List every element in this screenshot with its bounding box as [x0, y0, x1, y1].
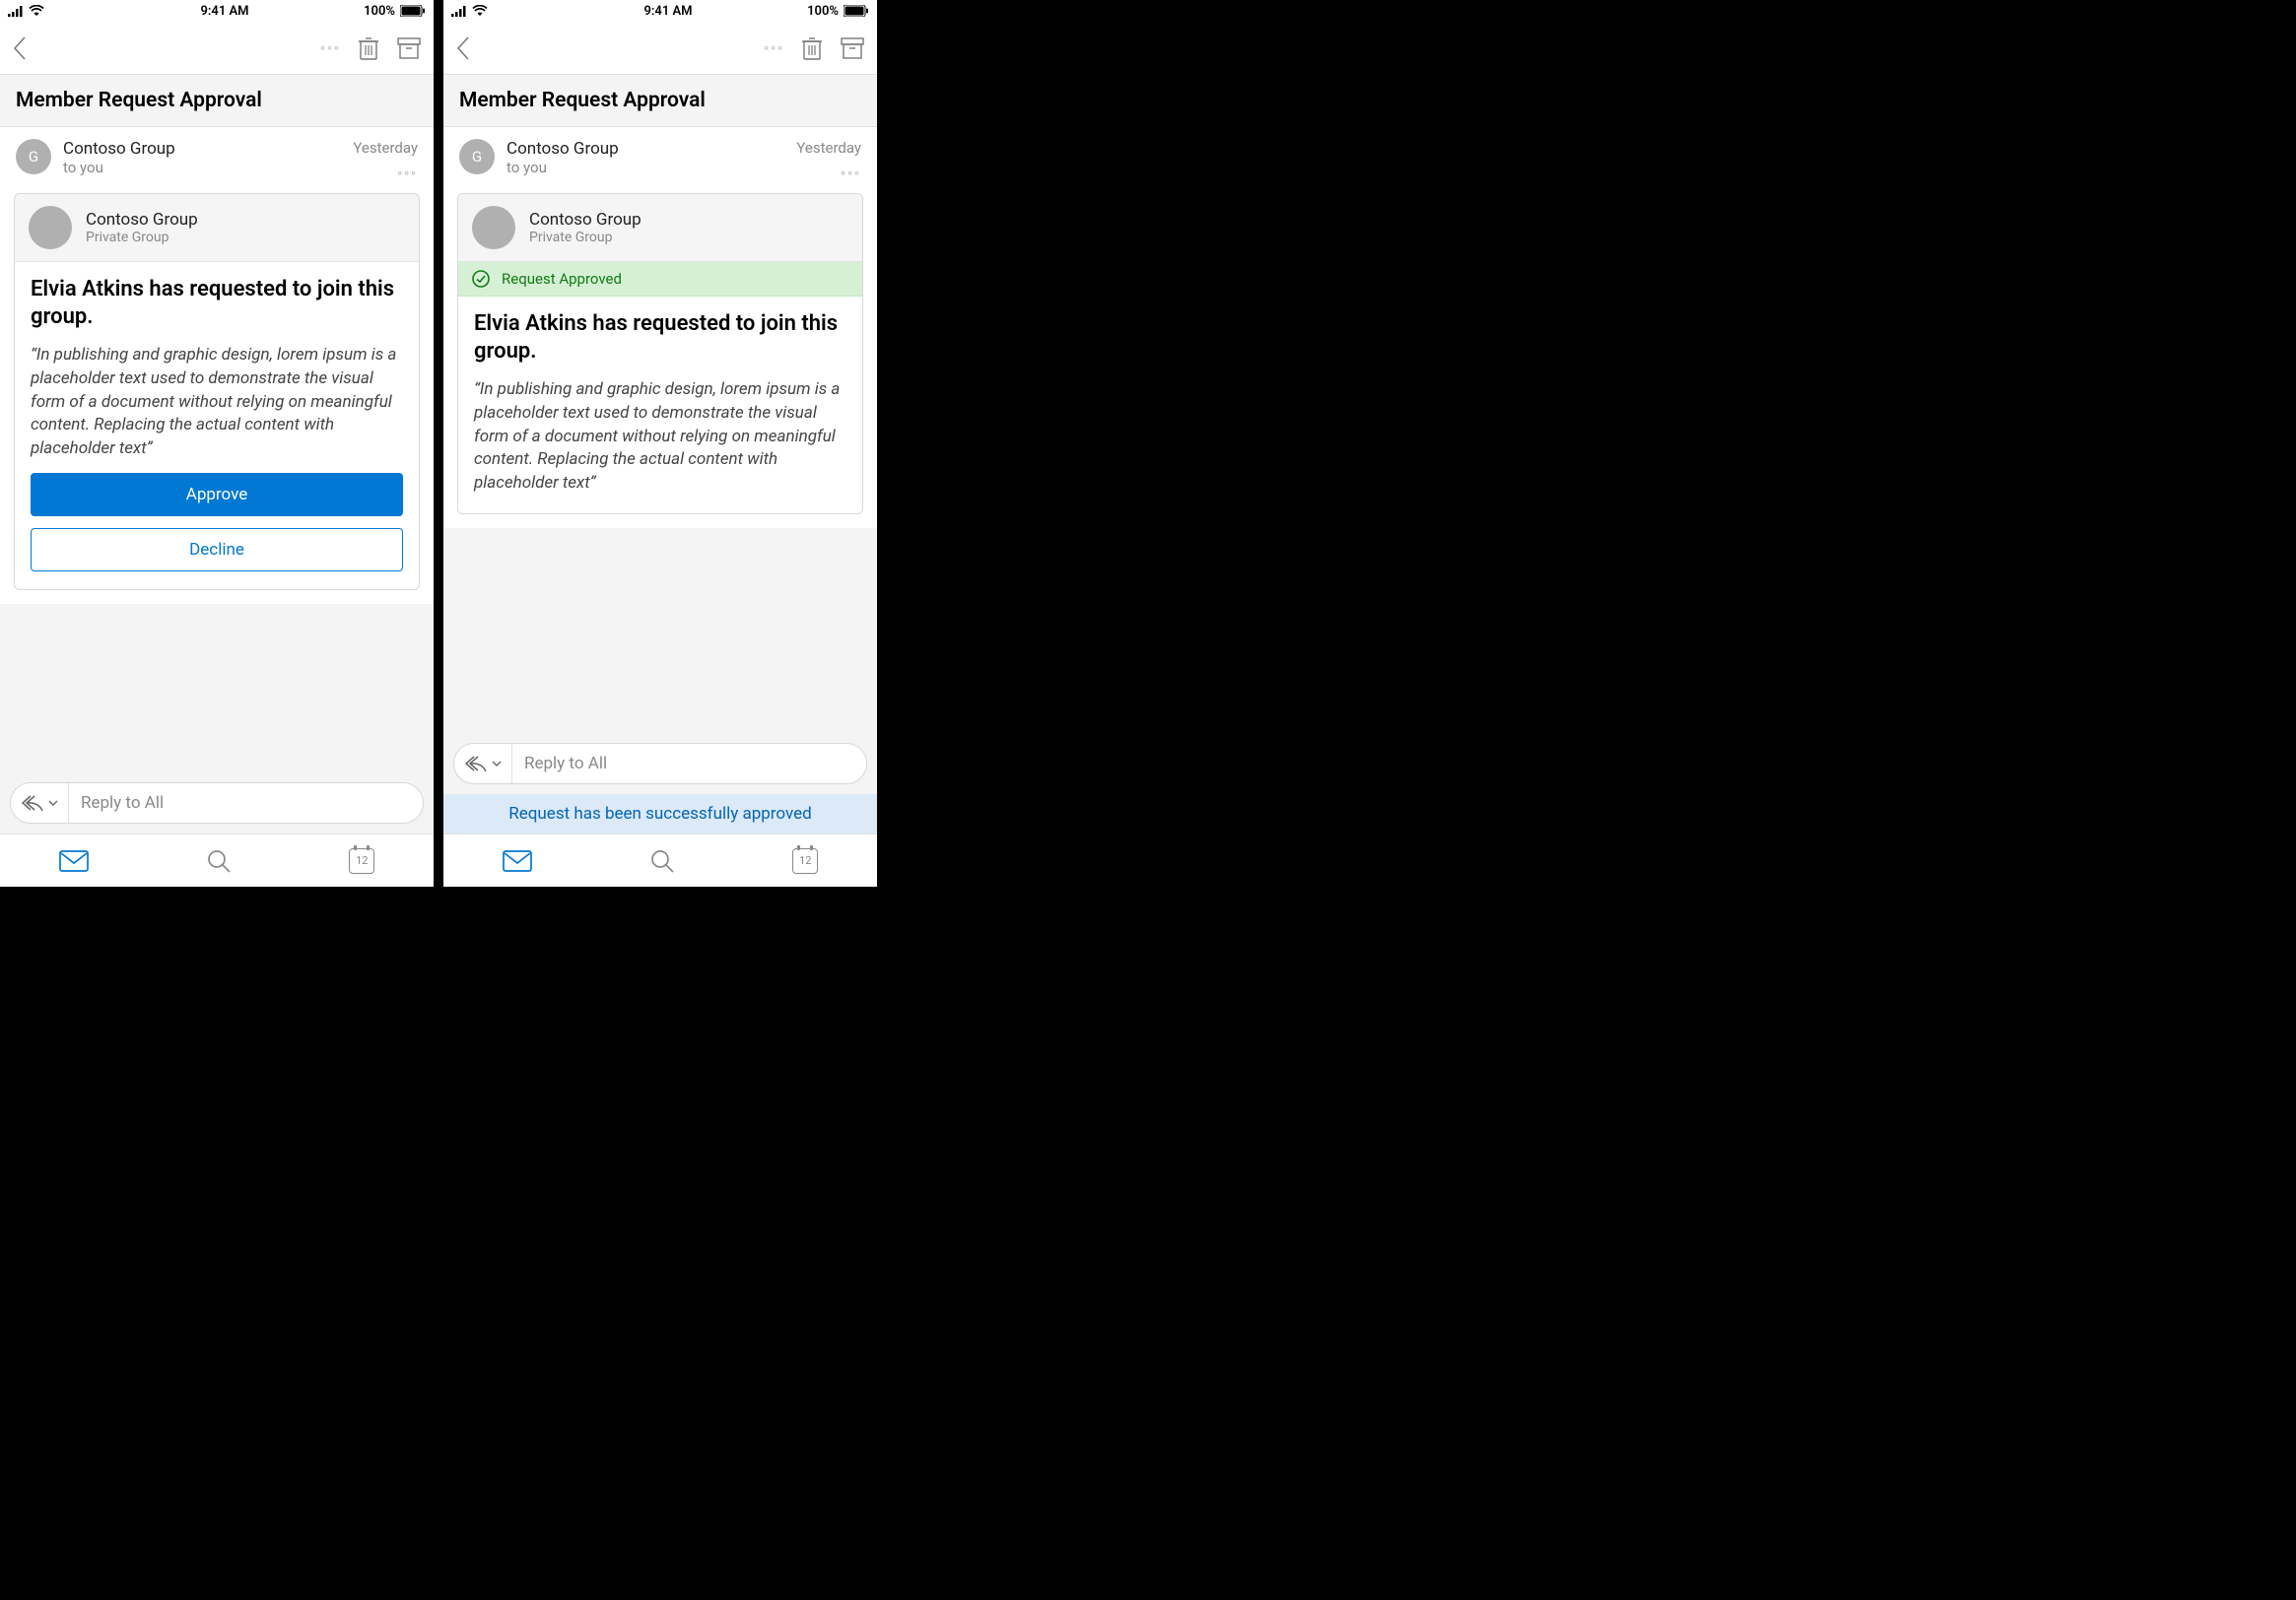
group-avatar [29, 206, 72, 249]
group-type: Private Group [86, 230, 198, 245]
reply-placeholder[interactable]: Reply to All [512, 754, 866, 773]
sender-avatar: G [459, 139, 495, 174]
tab-calendar[interactable]: 12 [349, 848, 374, 874]
request-card: Contoso Group Private Group Request Appr… [457, 193, 863, 514]
tab-mail[interactable] [59, 850, 89, 872]
reply-bar[interactable]: Reply to All [10, 782, 424, 824]
request-message: “In publishing and graphic design, lorem… [474, 378, 846, 496]
reply-all-icon[interactable] [21, 794, 44, 812]
reply-all-icon[interactable] [464, 755, 488, 772]
tab-bar: 12 [443, 833, 877, 887]
tab-search[interactable] [206, 848, 232, 874]
group-name: Contoso Group [86, 210, 198, 230]
delete-icon[interactable] [357, 35, 380, 61]
success-toast: Request has been successfully approved [443, 794, 877, 833]
sender-name: Contoso Group [506, 139, 784, 159]
approve-button[interactable]: Approve [31, 473, 403, 516]
page-title: Member Request Approval [0, 75, 434, 127]
sender-avatar: G [16, 139, 51, 174]
sender-row[interactable]: G Contoso Group to you Yesterday ◦◦◦ [443, 127, 877, 189]
request-headline: Elvia Atkins has requested to join this … [31, 276, 403, 330]
status-bar: 9:41 AM 100% [0, 0, 434, 22]
approved-banner: Request Approved [458, 262, 862, 297]
reply-bar[interactable]: Reply to All [453, 743, 867, 784]
back-button[interactable] [12, 35, 28, 61]
sender-to: to you [63, 159, 341, 176]
sender-row[interactable]: G Contoso Group to you Yesterday ◦◦◦ [0, 127, 434, 189]
sender-to: to you [506, 159, 784, 176]
archive-icon[interactable] [840, 36, 865, 60]
phone-after: 9:41 AM 100% ◦◦◦ Member Request Approval… [443, 0, 877, 887]
archive-icon[interactable] [396, 36, 422, 60]
status-time: 9:41 AM [451, 4, 885, 19]
more-icon[interactable]: ◦◦◦ [764, 39, 784, 56]
calendar-day: 12 [349, 848, 374, 874]
delete-icon[interactable] [800, 35, 824, 61]
sender-date: Yesterday [353, 139, 418, 157]
message-more-icon[interactable]: ◦◦◦ [841, 165, 861, 181]
phone-before: 9:41 AM 100% ◦◦◦ Member Request Approval [0, 0, 434, 887]
group-avatar [472, 206, 515, 249]
decline-button[interactable]: Decline [31, 528, 403, 571]
sender-name: Contoso Group [63, 139, 341, 159]
tab-bar: 12 [0, 833, 434, 887]
more-icon[interactable]: ◦◦◦ [320, 39, 341, 56]
status-bar: 9:41 AM 100% [443, 0, 877, 22]
request-card: Contoso Group Private Group Elvia Atkins… [14, 193, 420, 590]
page-title: Member Request Approval [443, 75, 877, 127]
back-button[interactable] [455, 35, 471, 61]
nav-bar: ◦◦◦ [443, 22, 877, 75]
group-name: Contoso Group [529, 210, 642, 230]
group-type: Private Group [529, 230, 642, 245]
sender-date: Yesterday [796, 139, 861, 157]
checkmark-icon [472, 270, 490, 288]
chevron-down-icon[interactable] [492, 760, 502, 767]
tab-mail[interactable] [503, 850, 532, 872]
message-more-icon[interactable]: ◦◦◦ [397, 165, 418, 181]
nav-bar: ◦◦◦ [0, 22, 434, 75]
reply-placeholder[interactable]: Reply to All [69, 793, 423, 813]
request-message: “In publishing and graphic design, lorem… [31, 344, 403, 461]
calendar-day: 12 [792, 848, 818, 874]
request-headline: Elvia Atkins has requested to join this … [474, 310, 846, 365]
chevron-down-icon[interactable] [48, 799, 58, 807]
tab-calendar[interactable]: 12 [792, 848, 818, 874]
status-time: 9:41 AM [8, 4, 441, 19]
tab-search[interactable] [649, 848, 675, 874]
approved-text: Request Approved [502, 270, 622, 288]
